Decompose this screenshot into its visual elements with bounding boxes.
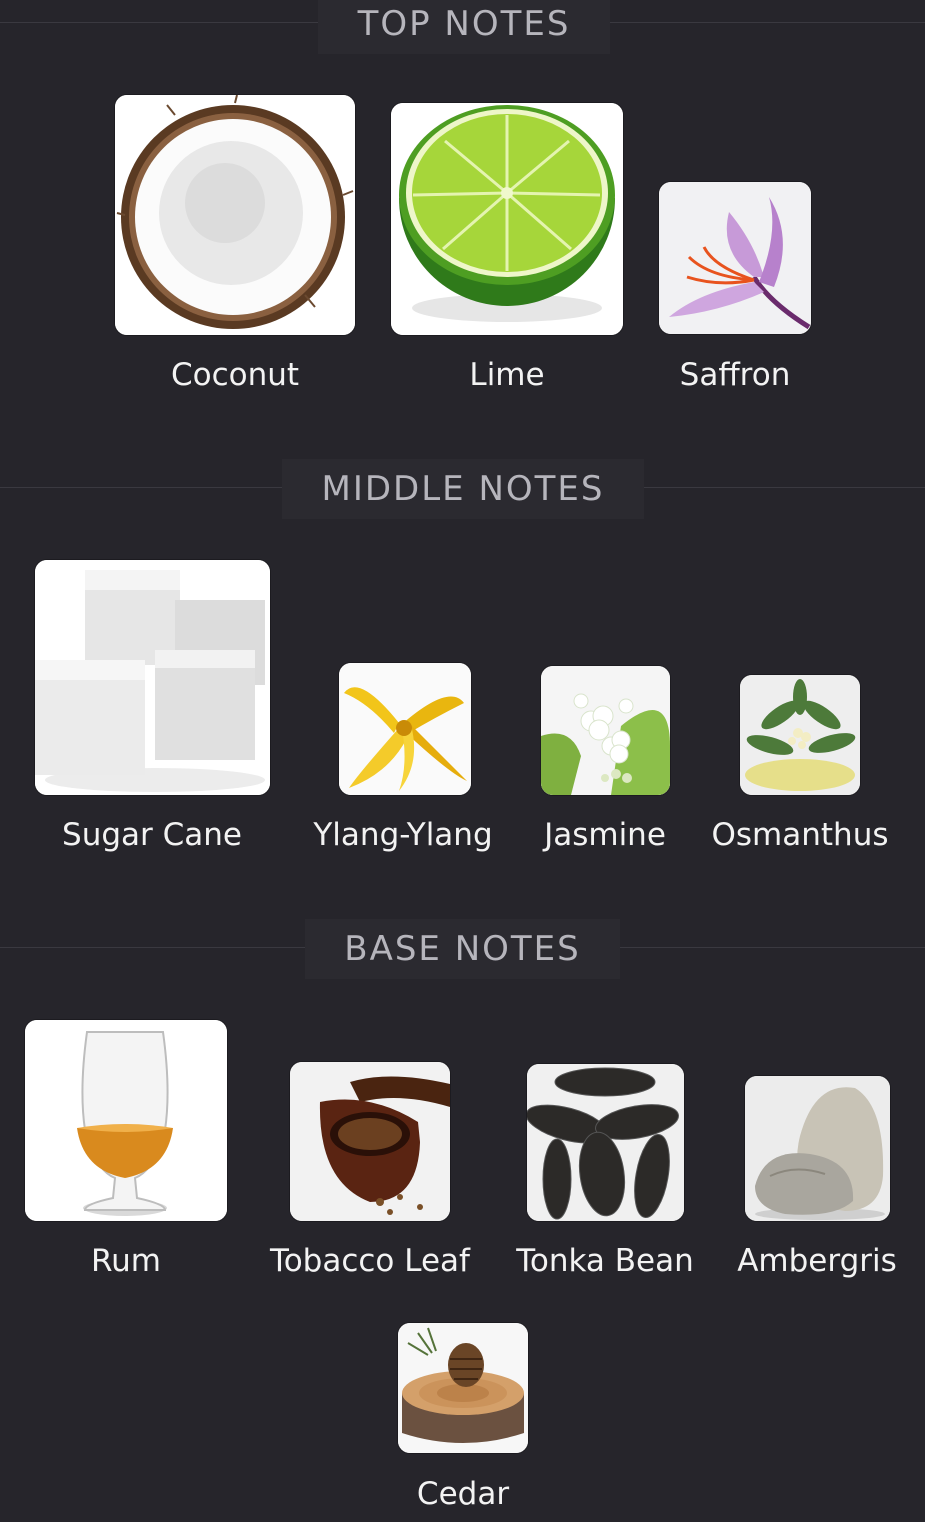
top-notes-title: TOP NOTES <box>318 0 610 54</box>
ylang-ylang-label: Ylang-Ylang <box>313 817 493 853</box>
cedar-label: Cedar <box>416 1476 510 1512</box>
rum-label: Rum <box>91 1243 161 1279</box>
middle-notes-header: MIDDLE NOTES <box>0 459 925 519</box>
base-notes-header: BASE NOTES <box>0 919 925 979</box>
jasmine-image[interactable] <box>541 666 670 795</box>
cedar-image[interactable] <box>398 1323 528 1453</box>
ylang-ylang-image[interactable] <box>339 663 471 795</box>
coconut-image[interactable] <box>115 95 355 335</box>
middle-notes-title: MIDDLE NOTES <box>282 459 644 519</box>
coconut-label: Coconut <box>170 357 300 393</box>
tobacco-leaf-label: Tobacco Leaf <box>270 1243 470 1279</box>
tonka-bean-image[interactable] <box>527 1064 684 1221</box>
jasmine-label: Jasmine <box>544 817 666 853</box>
sugar-cane-image[interactable] <box>35 560 270 795</box>
base-notes-title: BASE NOTES <box>305 919 620 979</box>
ambergris-image[interactable] <box>745 1076 890 1221</box>
lime-image[interactable] <box>391 103 623 335</box>
osmanthus-label: Osmanthus <box>711 817 889 853</box>
rum-image[interactable] <box>25 1020 227 1221</box>
saffron-image[interactable] <box>659 182 811 334</box>
sugar-cane-label: Sugar Cane <box>62 817 242 853</box>
top-notes-header: TOP NOTES <box>0 0 925 54</box>
tobacco-leaf-image[interactable] <box>290 1062 450 1221</box>
osmanthus-image[interactable] <box>740 675 860 795</box>
saffron-label: Saffron <box>679 357 791 393</box>
ambergris-label: Ambergris <box>737 1243 897 1279</box>
lime-label: Lime <box>469 357 545 393</box>
tonka-bean-label: Tonka Bean <box>516 1243 694 1279</box>
